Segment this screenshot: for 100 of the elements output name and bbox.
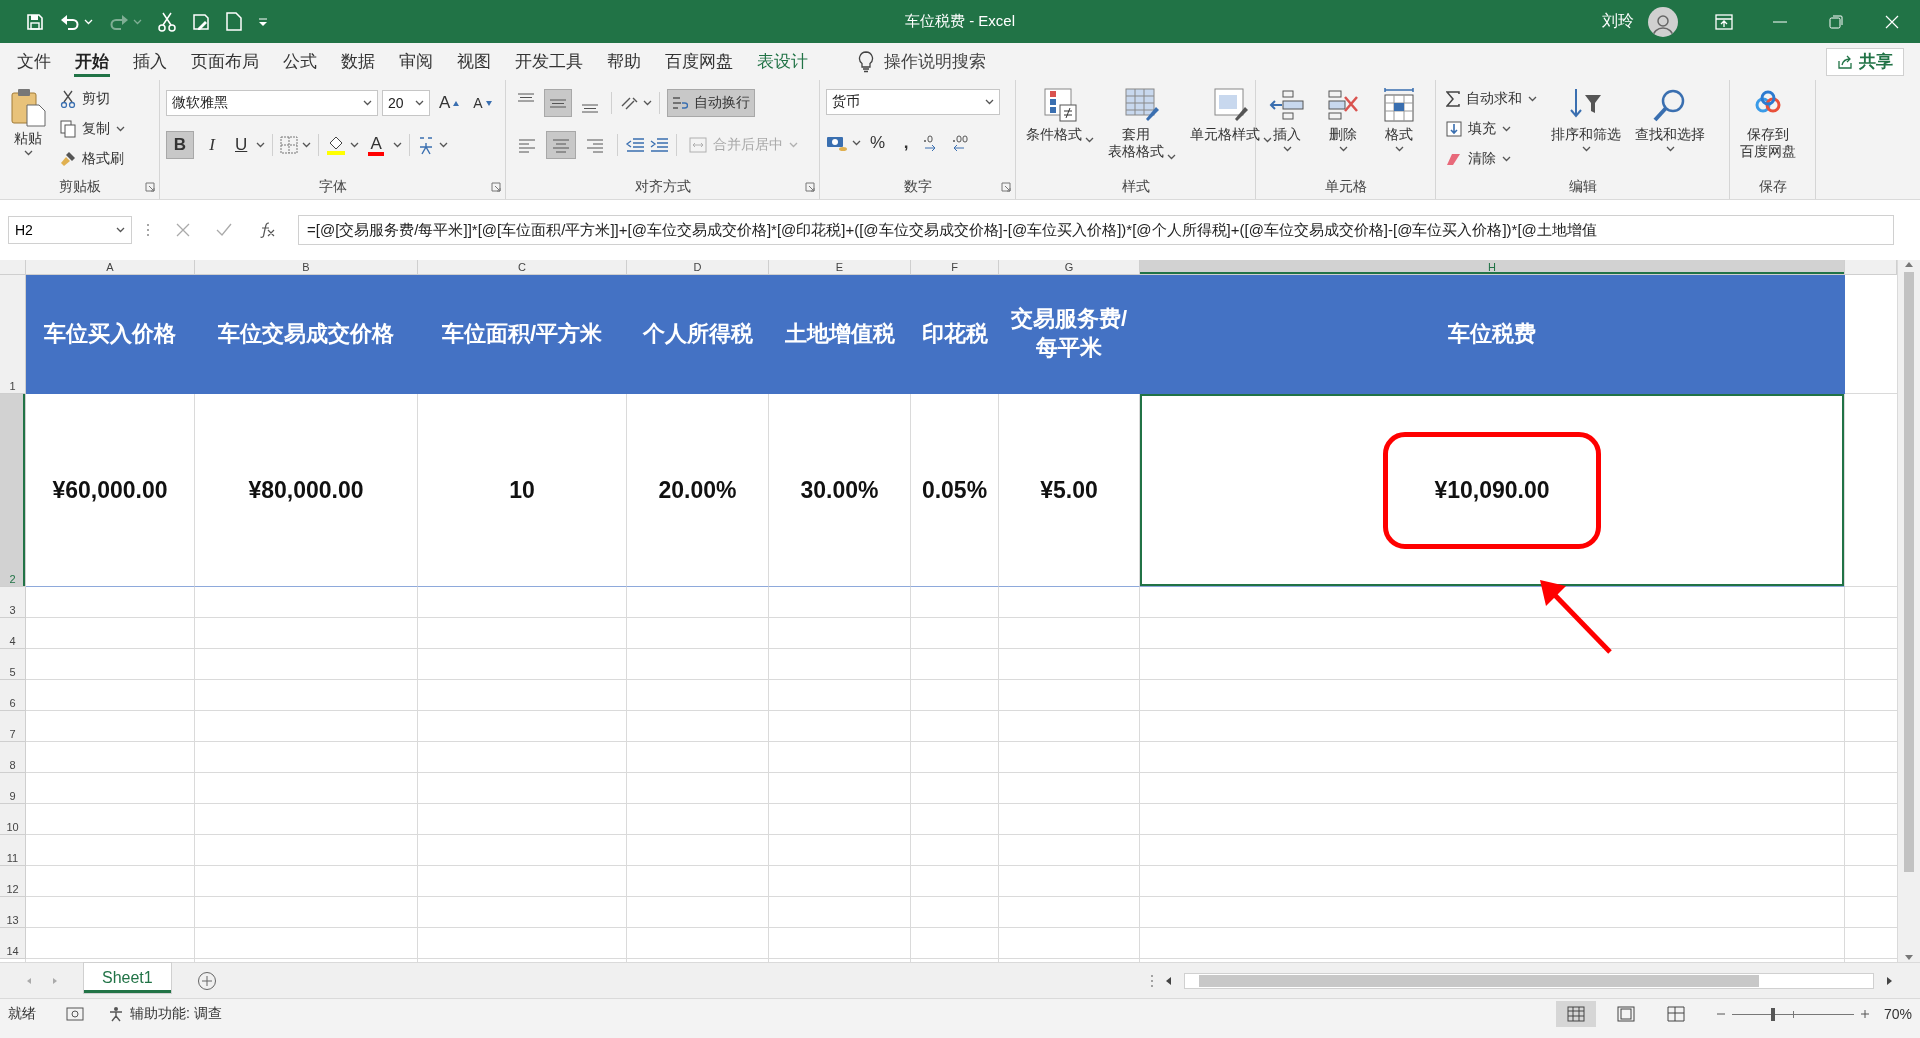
row-header[interactable]: 10 bbox=[0, 804, 26, 835]
caret-icon[interactable] bbox=[1502, 126, 1511, 132]
header-cell[interactable]: 车位面积/平方米 bbox=[418, 275, 627, 394]
fill-button[interactable]: 填充 bbox=[1442, 115, 1541, 143]
table-cell[interactable]: ¥10,090.00 bbox=[1434, 476, 1550, 504]
scrollbar-thumb[interactable] bbox=[1904, 272, 1914, 872]
caret-icon[interactable] bbox=[116, 227, 125, 233]
save-icon[interactable] bbox=[26, 12, 44, 31]
dialog-launcher-icon[interactable] bbox=[145, 182, 155, 192]
find-select-button[interactable]: 查找和选择 bbox=[1631, 85, 1709, 175]
sheet-tab[interactable]: Sheet1 bbox=[84, 963, 171, 993]
underline-button[interactable]: U bbox=[230, 131, 253, 159]
scroll-up-icon[interactable] bbox=[1904, 260, 1914, 268]
increase-indent-icon[interactable] bbox=[649, 136, 669, 154]
column-header[interactable]: C bbox=[418, 260, 627, 275]
caret-icon[interactable] bbox=[1338, 145, 1348, 152]
caret-icon[interactable] bbox=[350, 142, 360, 148]
tell-me-search[interactable]: 操作说明搜索 bbox=[884, 50, 986, 73]
paste-button[interactable]: 粘贴 bbox=[6, 85, 50, 175]
print-preview-icon[interactable] bbox=[192, 12, 210, 31]
row-header[interactable]: 14 bbox=[0, 928, 26, 959]
formula-field[interactable]: =[@[交易服务费/每平米]]*[@[车位面积/平方米]]+[@车位交易成交价格]*[@印花税]+([@车位交易成交价格]-[@车位买入价格])*[@个人所得税]+([@车位交易成交价格]-[@车位买入价格])*[@土地增值 bbox=[298, 215, 1894, 245]
bold-button[interactable]: B bbox=[166, 131, 194, 159]
row-header[interactable]: 3 bbox=[0, 587, 26, 618]
wrap-text-button[interactable]: 自动换行 bbox=[667, 89, 755, 117]
header-cell[interactable]: 印花税 bbox=[911, 275, 999, 394]
font-name-field[interactable]: 微软雅黑 bbox=[166, 90, 378, 116]
row-header[interactable]: 1 bbox=[0, 275, 26, 394]
caret-icon[interactable] bbox=[1394, 145, 1404, 152]
header-cell[interactable]: 个人所得税 bbox=[627, 275, 769, 394]
italic-button[interactable]: I bbox=[198, 131, 226, 159]
scrollbar-thumb[interactable] bbox=[1199, 974, 1759, 987]
split-handle-icon[interactable] bbox=[1150, 973, 1154, 988]
grow-font-button[interactable]: A bbox=[434, 89, 465, 117]
name-box[interactable]: H2 bbox=[8, 216, 132, 244]
cut-button[interactable]: 剪切 bbox=[56, 85, 129, 113]
styles-button[interactable]: 套用 表格格式 bbox=[1104, 85, 1180, 175]
caret-icon[interactable] bbox=[643, 100, 652, 106]
column-header[interactable]: G bbox=[999, 260, 1140, 275]
header-cell[interactable]: 交易服务费/每平米 bbox=[999, 275, 1140, 394]
caret-icon[interactable] bbox=[116, 126, 125, 132]
customize-toolbar-icon[interactable] bbox=[258, 16, 268, 27]
header-cell[interactable]: 土地增值税 bbox=[769, 275, 911, 394]
table-cell[interactable]: 20.00% bbox=[627, 394, 769, 587]
row-header[interactable]: 11 bbox=[0, 835, 26, 866]
caret-icon[interactable] bbox=[256, 142, 266, 148]
menu-tab[interactable]: 插入 bbox=[121, 43, 179, 80]
menu-tab[interactable]: 公式 bbox=[271, 43, 329, 80]
caret-icon[interactable] bbox=[439, 142, 449, 148]
caret-icon[interactable] bbox=[985, 99, 994, 105]
menu-tab[interactable]: 数据 bbox=[329, 43, 387, 80]
comma-button[interactable]: , bbox=[894, 129, 919, 157]
add-sheet-icon[interactable] bbox=[196, 970, 217, 991]
column-header[interactable]: D bbox=[627, 260, 769, 275]
accessibility-status[interactable]: 辅助功能: 调查 bbox=[130, 1005, 222, 1023]
insert-function-icon[interactable] bbox=[258, 222, 276, 238]
table-cell[interactable]: 10 bbox=[418, 394, 627, 587]
caret-icon[interactable] bbox=[302, 142, 312, 148]
caret-icon[interactable] bbox=[1665, 145, 1675, 152]
number-format-field[interactable]: 货币 bbox=[826, 89, 1000, 115]
row-header[interactable]: 5 bbox=[0, 649, 26, 680]
cells-button[interactable]: 插入 bbox=[1262, 85, 1312, 175]
caret-icon[interactable] bbox=[1528, 96, 1537, 102]
row-header[interactable]: 7 bbox=[0, 711, 26, 742]
column-header[interactable]: H bbox=[1140, 260, 1845, 275]
dialog-launcher-icon[interactable] bbox=[491, 182, 501, 192]
caret-icon[interactable] bbox=[852, 140, 861, 146]
header-cell[interactable]: 车位税费 bbox=[1140, 275, 1845, 394]
clear-button[interactable]: 清除 bbox=[1442, 145, 1541, 173]
caret-icon[interactable] bbox=[23, 149, 33, 156]
share-button[interactable]: 共享 bbox=[1826, 47, 1904, 76]
accessibility-icon[interactable] bbox=[108, 1006, 124, 1022]
column-header[interactable]: E bbox=[769, 260, 911, 275]
font-size-field[interactable]: 20 bbox=[382, 90, 430, 116]
new-document-icon[interactable] bbox=[226, 12, 242, 31]
menu-tab[interactable]: 表设计 bbox=[745, 43, 820, 80]
styles-button[interactable]: 条件格式 bbox=[1022, 85, 1098, 175]
table-cell[interactable]: ¥80,000.00 bbox=[195, 394, 418, 587]
fill-color-icon[interactable] bbox=[326, 135, 347, 155]
menu-tab[interactable]: 审阅 bbox=[387, 43, 445, 80]
shrink-font-button[interactable]: A bbox=[468, 89, 497, 117]
menu-tab[interactable]: 页面布局 bbox=[179, 43, 271, 80]
row-header[interactable]: 6 bbox=[0, 680, 26, 711]
cells-button[interactable]: 删除 bbox=[1318, 85, 1368, 175]
table-cell[interactable]: ¥5.00 bbox=[999, 394, 1140, 587]
menu-tab[interactable]: 视图 bbox=[445, 43, 503, 80]
table-cell[interactable]: ¥60,000.00 bbox=[26, 394, 195, 587]
column-header[interactable]: A bbox=[26, 260, 195, 275]
menu-tab[interactable]: 帮助 bbox=[595, 43, 653, 80]
decrease-indent-icon[interactable] bbox=[625, 136, 645, 154]
normal-view-button[interactable] bbox=[1555, 1001, 1596, 1027]
menu-tab[interactable]: 百度网盘 bbox=[653, 43, 745, 80]
column-header[interactable]: F bbox=[911, 260, 999, 275]
row-header[interactable]: 12 bbox=[0, 866, 26, 897]
cut-icon[interactable] bbox=[158, 11, 176, 32]
cells-button[interactable]: 格式 bbox=[1374, 85, 1424, 175]
header-cell[interactable]: 车位交易成交价格 bbox=[195, 275, 418, 394]
caret-icon[interactable] bbox=[1581, 145, 1591, 152]
caret-icon[interactable] bbox=[1085, 136, 1094, 143]
dialog-launcher-icon[interactable] bbox=[805, 182, 815, 192]
